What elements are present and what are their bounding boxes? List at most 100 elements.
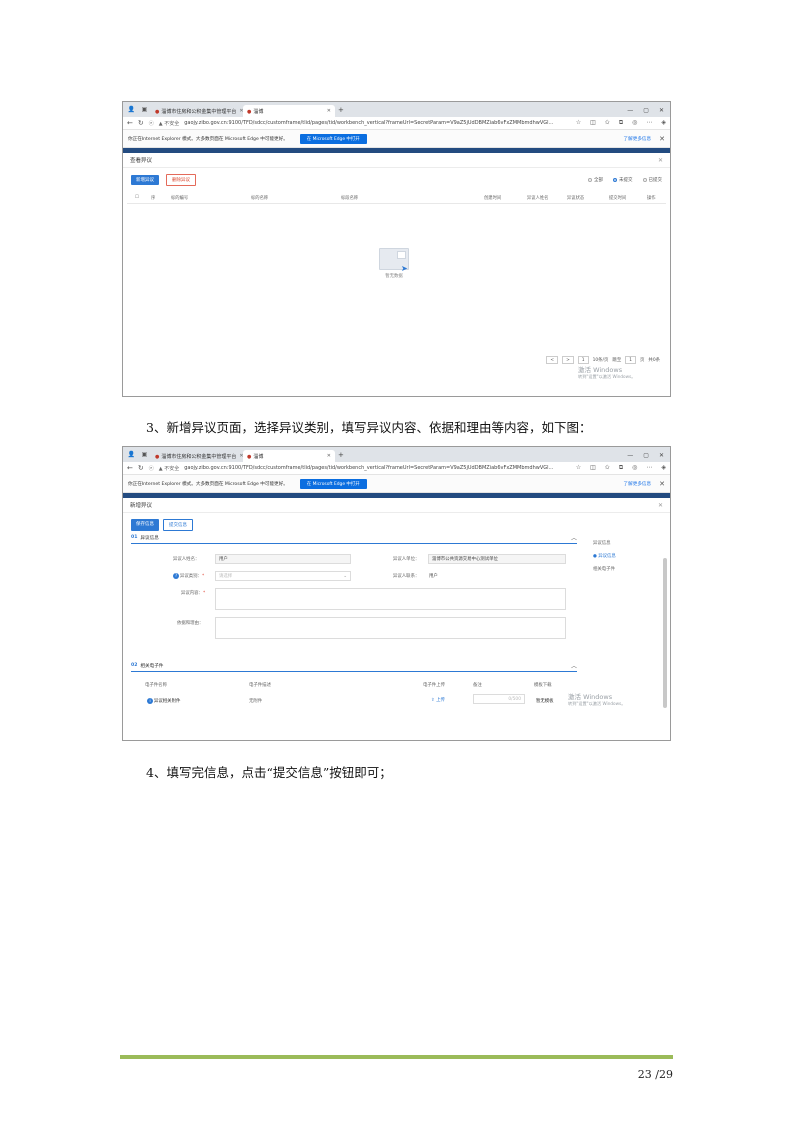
minimize-icon[interactable]: —	[627, 107, 633, 114]
insecure-label[interactable]: ▲ 不安全	[159, 465, 179, 472]
maximize-icon[interactable]: ▢	[643, 452, 649, 459]
copilot-icon[interactable]: ◈	[661, 119, 666, 127]
objection-modal: 查看异议 ✕ 新增异议 删除异议 全部 未提交 已提交 ☐ 序 标的编号 标的名…	[123, 153, 670, 379]
select-all-checkbox[interactable]: ☐	[135, 195, 139, 200]
split-screen-icon[interactable]: ◫	[590, 119, 596, 127]
filter-radio-unsubmitted[interactable]: 未提交	[613, 177, 633, 183]
maximize-icon[interactable]: ▢	[643, 107, 649, 114]
attachment-desc: 无附件	[249, 699, 263, 704]
browser-tab[interactable]: ●淄博市住房和公积金集中管理平台 ✕	[151, 450, 243, 462]
close-window-icon[interactable]: ✕	[659, 107, 664, 114]
back-icon[interactable]: ←	[127, 119, 133, 127]
open-in-edge-button[interactable]: 在 Microsoft Edge 中打开	[299, 478, 367, 489]
learn-more-link[interactable]: 了解更多信息	[624, 481, 652, 487]
collapse-icon[interactable]: ︿	[571, 533, 577, 542]
anchor-nav-item[interactable]: 相关电子件	[593, 566, 615, 572]
instruction-step-4: 4、填写完信息，点击“提交信息”按钮即可；	[146, 765, 392, 780]
modal-title: 新增异议	[130, 503, 153, 509]
help-icon[interactable]: ?	[173, 573, 179, 579]
content-textarea[interactable]	[215, 588, 566, 610]
browser-tab[interactable]: ●淄博市住房和公积金集中管理平台 ✕	[151, 105, 243, 117]
close-window-icon[interactable]: ✕	[659, 452, 664, 459]
close-notice-icon[interactable]: ✕	[659, 480, 665, 488]
next-page-button[interactable]: >	[562, 356, 574, 364]
column-header: 序	[151, 196, 156, 201]
refresh-icon[interactable]: ↻	[138, 464, 144, 472]
tab-label: 淄博市住房和公积金集中管理平台	[161, 453, 237, 460]
collections-icon[interactable]: ⧉	[619, 119, 623, 127]
page-size-select[interactable]: 10条/页	[593, 357, 609, 363]
collections-icon[interactable]: ⧉	[619, 464, 623, 472]
goto-page-input[interactable]: 1	[625, 356, 637, 364]
upload-button[interactable]: ⇪ 上传	[431, 697, 445, 703]
menu-icon[interactable]: ⋯	[646, 464, 652, 472]
tab-label: 淄博	[253, 453, 264, 460]
filter-radio-all[interactable]: 全部	[588, 177, 603, 183]
page-number: 23 /29	[637, 1068, 673, 1081]
page-suffix: 页	[640, 358, 645, 363]
new-tab-button[interactable]: +	[338, 451, 344, 459]
favorite-icon[interactable]: ☆	[576, 119, 581, 127]
save-info-button[interactable]: 保存信息	[131, 519, 159, 531]
tab-actions-icon[interactable]: ▣	[140, 450, 149, 459]
back-icon[interactable]: ←	[127, 464, 133, 472]
ie-mode-notice: 你正在Internet Explorer 模式。大多数页面在 Microsoft…	[123, 475, 670, 493]
add-objection-button[interactable]: 新增异议	[131, 175, 159, 185]
split-screen-icon[interactable]: ◫	[590, 464, 596, 472]
extensions-icon[interactable]: ◎	[632, 464, 637, 472]
current-page[interactable]: 1	[577, 356, 589, 364]
tab-actions-icon[interactable]: ▣	[140, 105, 149, 114]
insecure-label[interactable]: ▲ 不安全	[159, 120, 179, 127]
profile-icon[interactable]: 👤	[127, 105, 136, 114]
content-label: 异议内容：*	[181, 591, 206, 596]
note-input[interactable]: 0/500	[473, 694, 525, 704]
minimize-icon[interactable]: —	[627, 452, 633, 459]
close-icon[interactable]: ✕	[658, 157, 663, 164]
copilot-icon[interactable]: ◈	[661, 464, 666, 472]
close-tab-icon[interactable]: ✕	[327, 453, 331, 459]
anchor-nav-item[interactable]: 异议信息	[593, 540, 611, 546]
column-header: 备注	[473, 683, 482, 688]
anchor-nav-item-active[interactable]: ● 异议信息	[593, 553, 616, 559]
favorite-icon[interactable]: ☆	[576, 464, 581, 472]
url-text[interactable]: gaojy.zibo.gov.cn:9100/TFD/sdcc/customfr…	[184, 465, 571, 471]
section-objection-info[interactable]: 01 异议信息 ︿	[131, 532, 577, 544]
table-header: ☐ 序 标的编号 标的名称 标段名称 创建时间 异议人姓名 异议状态 提交时间 …	[127, 192, 666, 204]
refresh-icon[interactable]: ↻	[138, 119, 144, 127]
delete-objection-button[interactable]: 删除异议	[166, 174, 196, 186]
close-icon[interactable]: ✕	[658, 502, 663, 509]
prev-page-button[interactable]: <	[546, 356, 559, 364]
collapse-icon[interactable]: ︿	[571, 661, 577, 670]
vertical-scrollbar[interactable]	[663, 558, 667, 708]
menu-icon[interactable]: ⋯	[646, 119, 652, 127]
close-tab-icon[interactable]: ✕	[327, 108, 331, 114]
url-text[interactable]: gaojy.zibo.gov.cn:9100/TFD/sdcc/customfr…	[184, 120, 571, 126]
browser-tab-active[interactable]: ● 淄博 ✕	[243, 450, 335, 462]
instruction-step-3: 3、新增异议页面，选择异议类别，填写异议内容、依据和理由等内容，如下图：	[146, 420, 592, 435]
site-favicon-icon: ●	[247, 453, 252, 460]
browser-tab-active[interactable]: ● 淄博 ✕	[243, 105, 335, 117]
favorites-icon[interactable]: ✩	[605, 119, 610, 127]
section-attachments[interactable]: 02 相关电子件 ︿	[131, 660, 577, 672]
open-in-edge-button[interactable]: 在 Microsoft Edge 中打开	[299, 133, 367, 144]
ie-mode-icon[interactable]: ⓔ	[149, 120, 154, 127]
footer-divider	[120, 1055, 673, 1059]
pagination: < > 1 10条/页 跳至 1 页 共0条	[546, 356, 660, 364]
new-tab-button[interactable]: +	[338, 106, 344, 114]
info-icon[interactable]: i	[147, 698, 153, 704]
filter-radio-submitted[interactable]: 已提交	[642, 177, 662, 183]
column-header: 异议人姓名	[527, 196, 549, 201]
chevron-down-icon: ⌄	[343, 573, 347, 579]
learn-more-link[interactable]: 了解更多信息	[624, 136, 652, 142]
category-select[interactable]: 请选择 ⌄	[215, 571, 351, 581]
total-count: 共0条	[648, 358, 660, 363]
template-download: 暂无模板	[536, 699, 554, 704]
favorites-icon[interactable]: ✩	[605, 464, 610, 472]
close-notice-icon[interactable]: ✕	[659, 135, 665, 143]
profile-icon[interactable]: 👤	[127, 450, 136, 459]
basis-textarea[interactable]	[215, 617, 566, 639]
extensions-icon[interactable]: ◎	[632, 119, 637, 127]
ie-mode-icon[interactable]: ⓔ	[149, 465, 154, 472]
goto-label: 跳至	[612, 358, 622, 363]
submit-info-button[interactable]: 提交信息	[163, 519, 193, 531]
